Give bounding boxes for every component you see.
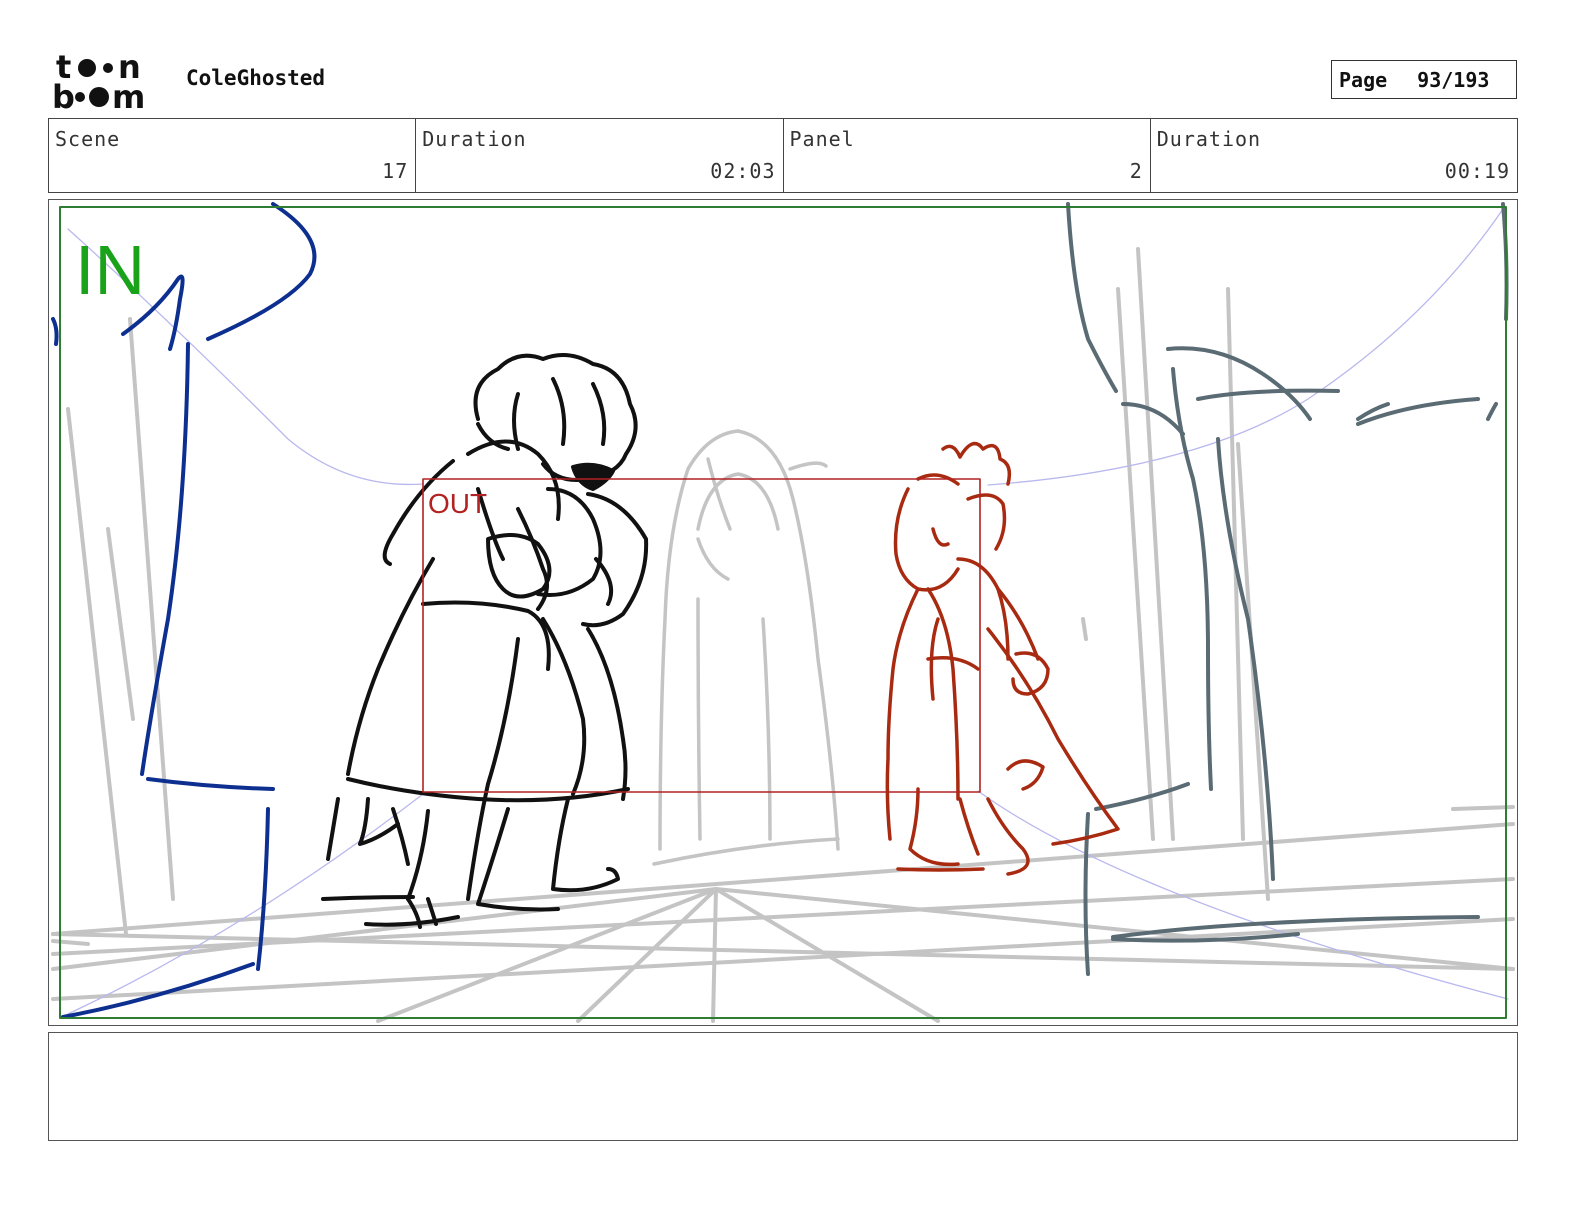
panel-duration-label: Duration (1156, 127, 1262, 151)
perspective-lines (51, 247, 1515, 1023)
panel-label: Panel (789, 127, 855, 151)
scene-cell: Scene 17 (49, 119, 417, 192)
perspective-line (1451, 805, 1515, 811)
perspective-line (1136, 247, 1175, 841)
page-label: Page (1339, 67, 1388, 92)
perspective-line (576, 887, 718, 1023)
svg-text:m: m (112, 78, 145, 112)
perspective-line (106, 527, 135, 721)
scene-value: 17 (382, 159, 409, 183)
panel-info-table: Scene 17 Duration 02:03 Panel 2 Duration… (48, 118, 1518, 193)
panel-duration-cell: Duration 00:19 (1151, 119, 1517, 192)
panel-cell: Panel 2 (784, 119, 1151, 192)
perspective-line (128, 317, 175, 901)
in-label: IN (75, 231, 145, 309)
perspective-line (1081, 617, 1088, 641)
toon-boom-logo: t n b m (52, 48, 164, 116)
panel-value: 2 (1129, 159, 1143, 183)
background-clock-tower (652, 429, 840, 866)
project-title: ColeGhosted (186, 66, 326, 90)
grey-right-structure (1066, 202, 1509, 976)
scene-duration-cell: Duration 02:03 (416, 119, 784, 192)
svg-text:b: b (52, 78, 75, 112)
scene-duration-value: 02:03 (710, 159, 776, 183)
perspective-line (51, 932, 1515, 971)
scene-duration-label: Duration (422, 127, 527, 151)
scene-label: Scene (55, 127, 121, 151)
character-red-child (885, 441, 1120, 876)
character-black-group (321, 353, 649, 929)
perspective-line (66, 407, 128, 936)
perspective-line (51, 939, 90, 946)
perspective-line (711, 887, 718, 1023)
camera-path (67, 208, 1509, 1015)
panel-duration-value: 00:19 (1444, 159, 1510, 183)
storyboard-panel-drawing: IN OUT (51, 202, 1515, 1023)
panel-notes-box (48, 1032, 1518, 1141)
page-indicator: Page 93/193 (1331, 60, 1517, 99)
perspective-line (1116, 287, 1155, 841)
page-number: 93/193 (1417, 67, 1490, 92)
out-label: OUT (428, 488, 487, 519)
